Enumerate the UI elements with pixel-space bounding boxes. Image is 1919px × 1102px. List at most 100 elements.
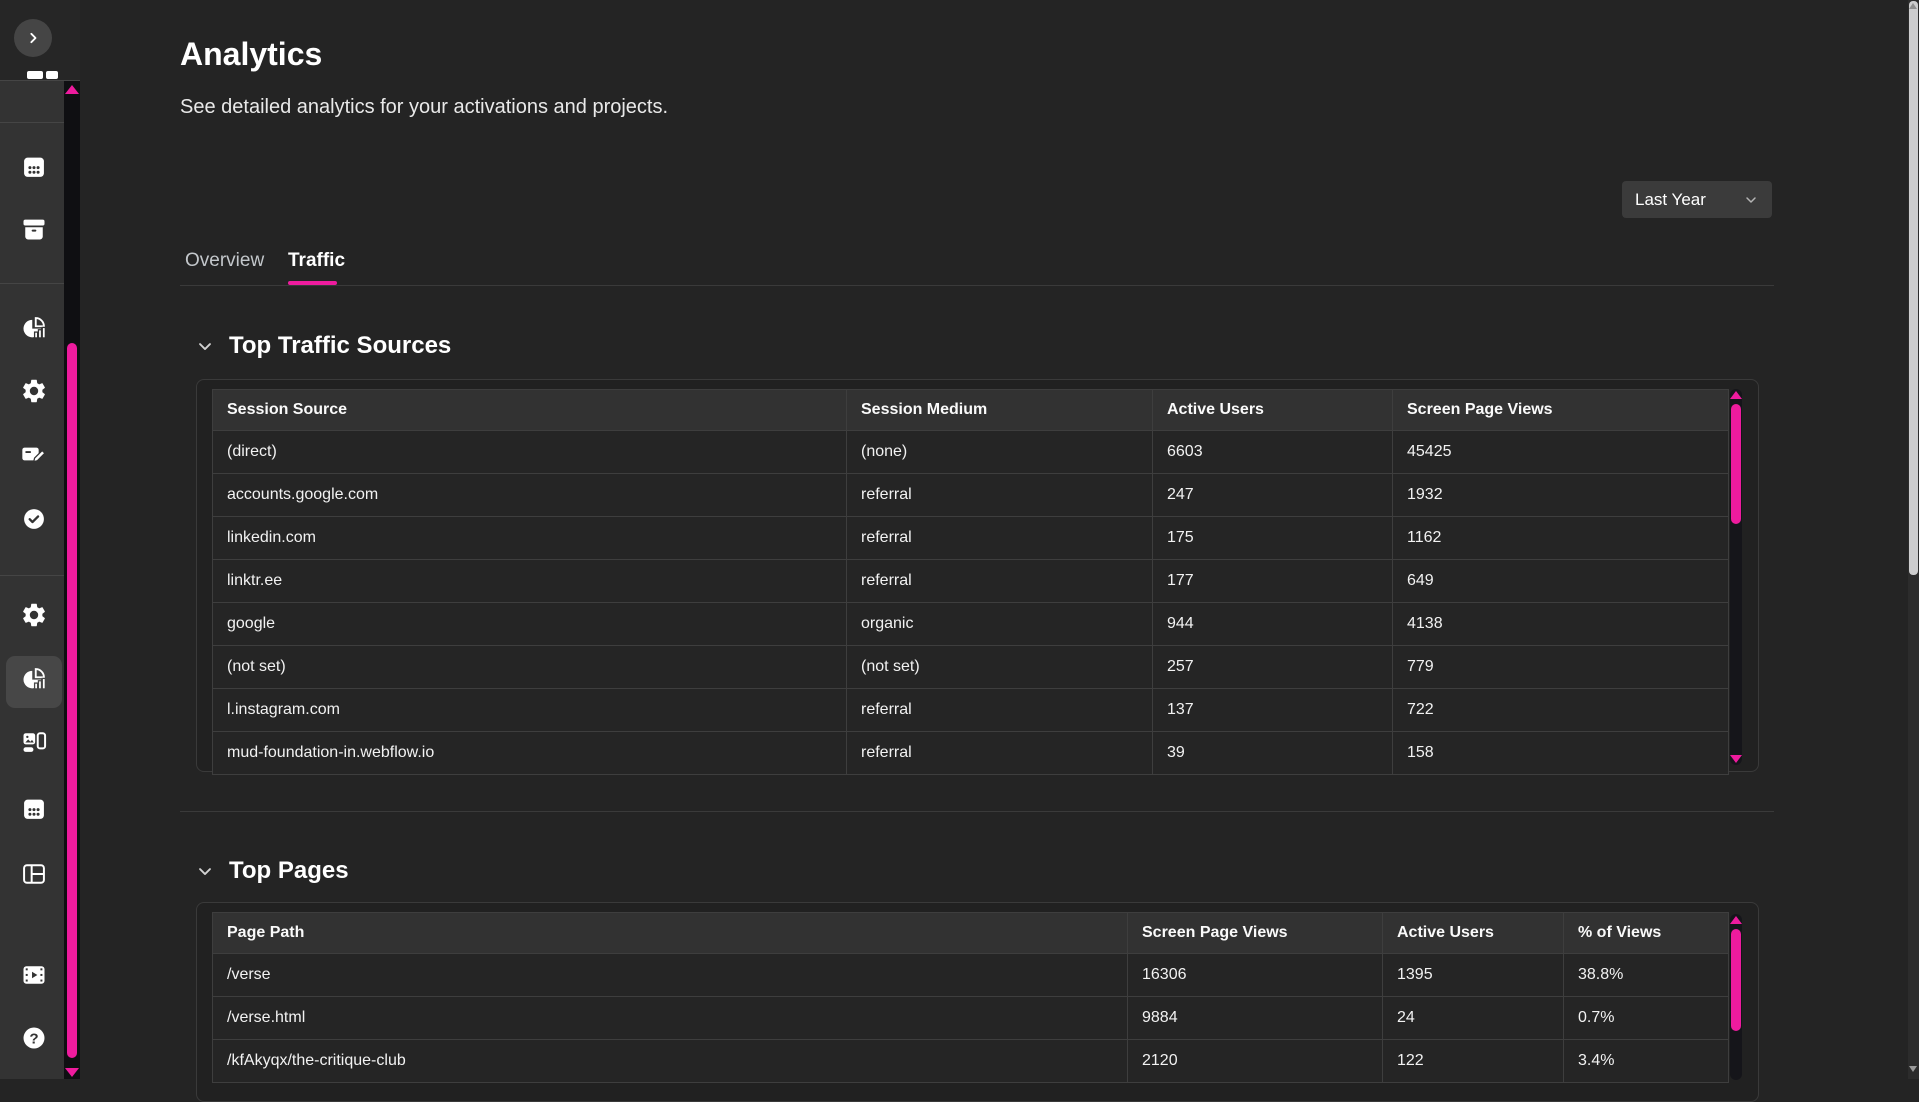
- table-cell: 137: [1153, 689, 1393, 732]
- sidebar-item-media[interactable]: [19, 727, 49, 757]
- table-cell: referral: [847, 689, 1153, 732]
- column-header: Screen Page Views: [1393, 390, 1729, 431]
- gear-icon: [20, 377, 48, 405]
- top-pages-card: Page PathScreen Page ViewsActive Users% …: [196, 902, 1759, 1102]
- table-cell: 779: [1393, 646, 1729, 689]
- traffic-sources-card: Session SourceSession MediumActive Users…: [196, 379, 1759, 772]
- sidebar-item-video-tutorials[interactable]: [19, 960, 49, 990]
- sidebar-header: [0, 0, 80, 80]
- table-cell: 158: [1393, 732, 1729, 775]
- table-cell: 247: [1153, 474, 1393, 517]
- sidebar-item-help[interactable]: ?: [19, 1023, 49, 1053]
- pie-chart-icon: [20, 665, 48, 693]
- calendar-grid-icon: [20, 795, 48, 823]
- table-cell: linkedin.com: [213, 517, 847, 560]
- column-header: Session Source: [213, 390, 847, 431]
- table-cell: organic: [847, 603, 1153, 646]
- sidebar-item-archive[interactable]: [19, 214, 49, 244]
- table-cell: 4138: [1393, 603, 1729, 646]
- table-cell: 0.7%: [1564, 997, 1729, 1040]
- top-pages-table: Page PathScreen Page ViewsActive Users% …: [212, 912, 1729, 1083]
- help-circle-icon: ?: [20, 1024, 48, 1052]
- table-scrollbar-thumb[interactable]: [1731, 404, 1741, 524]
- table-cell: 24: [1383, 997, 1564, 1040]
- table-cell: linktr.ee: [213, 560, 847, 603]
- sidebar-item-notes[interactable]: [19, 439, 49, 469]
- table-row: mud-foundation-in.webflow.ioreferral3915…: [213, 732, 1729, 775]
- table-cell: 122: [1383, 1040, 1564, 1083]
- table-cell: /verse.html: [213, 997, 1128, 1040]
- column-header: Active Users: [1383, 913, 1564, 954]
- sidebar-expand-button[interactable]: [14, 19, 52, 57]
- table-scroll-up-arrow[interactable]: [1730, 391, 1742, 399]
- sidebar-item-reports[interactable]: [19, 313, 49, 343]
- sidebar-item-analytics[interactable]: [19, 664, 49, 694]
- table-cell: 257: [1153, 646, 1393, 689]
- sidebar-item-site-settings[interactable]: [19, 600, 49, 630]
- date-range-value: Last Year: [1635, 190, 1706, 210]
- table-cell: 175: [1153, 517, 1393, 560]
- table-scrollbar-thumb[interactable]: [1731, 929, 1741, 1031]
- table-cell: 39: [1153, 732, 1393, 775]
- sidebar-scrollbar-thumb[interactable]: [67, 343, 77, 1058]
- table-cell: (not set): [847, 646, 1153, 689]
- table-cell: 9884: [1128, 997, 1383, 1040]
- sidebar-item-bookings[interactable]: [19, 794, 49, 824]
- data-table: Session SourceSession MediumActive Users…: [212, 389, 1729, 775]
- table-scrollbar: [1730, 389, 1742, 765]
- sidebar-item-tasks[interactable]: [19, 504, 49, 534]
- table-scroll-down-arrow[interactable]: [1730, 755, 1742, 763]
- sidebar: ?: [0, 0, 80, 1079]
- layout-panels-icon: [20, 860, 48, 888]
- tab-overview[interactable]: Overview: [185, 250, 264, 272]
- sidebar-item-calendar[interactable]: [19, 152, 49, 182]
- svg-text:?: ?: [29, 1030, 38, 1047]
- table-cell: /verse: [213, 954, 1128, 997]
- devices-icon: [20, 728, 48, 756]
- table-cell: 177: [1153, 560, 1393, 603]
- table-cell: 649: [1393, 560, 1729, 603]
- section-collapse-chevron-icon[interactable]: [195, 862, 215, 882]
- column-header: Active Users: [1153, 390, 1393, 431]
- table-header-row: Page PathScreen Page ViewsActive Users% …: [213, 913, 1729, 954]
- sidebar-item-dashboard[interactable]: [19, 859, 49, 889]
- chevron-down-icon: [1743, 192, 1759, 208]
- section-collapse-chevron-icon[interactable]: [195, 337, 215, 357]
- data-table: Page PathScreen Page ViewsActive Users% …: [212, 912, 1729, 1083]
- sidebar-item-settings[interactable]: [19, 376, 49, 406]
- tab-traffic[interactable]: Traffic: [288, 250, 345, 272]
- sidebar-scroll-up-arrow[interactable]: [65, 85, 79, 94]
- table-cell: /kfAkyqx/the-critique-club: [213, 1040, 1128, 1083]
- sidebar-divider: [0, 122, 64, 123]
- browser-scrollbar-thumb[interactable]: [1909, 1, 1918, 575]
- browser-scroll-down-arrow[interactable]: [1909, 1066, 1917, 1072]
- table-row: linkedin.comreferral1751162: [213, 517, 1729, 560]
- table-row: googleorganic9444138: [213, 603, 1729, 646]
- table-cell: referral: [847, 474, 1153, 517]
- table-cell: 1162: [1393, 517, 1729, 560]
- browser-scroll-up-arrow[interactable]: [1909, 3, 1917, 9]
- table-scroll-up-arrow[interactable]: [1730, 916, 1742, 924]
- column-header: Session Medium: [847, 390, 1153, 431]
- table-row: /verse.html9884240.7%: [213, 997, 1729, 1040]
- archive-box-icon: [20, 215, 48, 243]
- table-cell: (none): [847, 431, 1153, 474]
- table-cell: 1932: [1393, 474, 1729, 517]
- column-header: Page Path: [213, 913, 1128, 954]
- table-cell: 38.8%: [1564, 954, 1729, 997]
- sidebar-scroll-down-arrow[interactable]: [65, 1068, 79, 1077]
- table-row: (not set)(not set)257779: [213, 646, 1729, 689]
- table-cell: 944: [1153, 603, 1393, 646]
- section-divider: [180, 811, 1774, 812]
- page-title: Analytics: [180, 36, 322, 73]
- date-range-select[interactable]: Last Year: [1622, 181, 1772, 218]
- sidebar-divider: [0, 575, 64, 576]
- page-subtitle: See detailed analytics for your activati…: [180, 96, 668, 119]
- column-header: % of Views: [1564, 913, 1729, 954]
- table-cell: 16306: [1128, 954, 1383, 997]
- table-cell: 45425: [1393, 431, 1729, 474]
- pie-chart-icon: [20, 314, 48, 342]
- traffic-sources-table: Session SourceSession MediumActive Users…: [212, 389, 1729, 775]
- table-row: /kfAkyqx/the-critique-club21201223.4%: [213, 1040, 1729, 1083]
- sidebar-scrollbar: [64, 81, 80, 1079]
